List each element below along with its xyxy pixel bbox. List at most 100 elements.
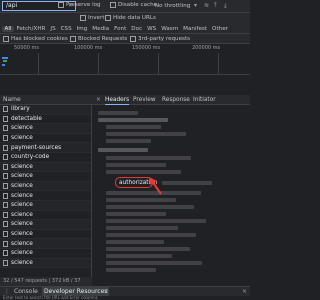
list-item[interactable]: science	[0, 172, 91, 182]
resources-filter-input[interactable]: Enter text to search the URL and Error c…	[3, 295, 98, 300]
list-item[interactable]: science	[0, 230, 91, 240]
details-tabbar: × Headers Preview Response Initiator	[92, 95, 250, 105]
network-toolbar: /api ✕ Preserve log Disable cache No thr…	[0, 0, 250, 13]
type-other[interactable]: Other	[210, 26, 231, 32]
timeline-tick: 50000 ms	[14, 45, 39, 51]
redacted-header	[106, 254, 172, 258]
redacted-header	[106, 125, 161, 129]
filter-row: Invert Hide data URLs	[0, 13, 250, 24]
type-all[interactable]: All	[2, 25, 14, 32]
blocked-cookies-checkbox[interactable]: Has blocked cookies	[3, 36, 68, 42]
grid-line	[218, 53, 219, 75]
spacer	[0, 76, 250, 95]
file-icon	[3, 183, 8, 190]
file-icon	[3, 135, 8, 142]
list-item[interactable]: science	[0, 220, 91, 230]
type-js[interactable]: JS	[48, 26, 58, 32]
redacted-header	[98, 118, 168, 122]
type-wasm[interactable]: Wasm	[159, 26, 181, 32]
type-fetch-xhr[interactable]: Fetch/XHR	[14, 26, 48, 32]
list-item[interactable]: detectable	[0, 115, 91, 125]
file-icon	[3, 154, 8, 161]
close-icon[interactable]: ×	[96, 95, 101, 105]
file-icon	[3, 250, 8, 257]
chevron-down-icon: ▾	[194, 2, 198, 9]
blocked-requests-checkbox[interactable]: Blocked Requests	[70, 36, 127, 42]
type-img[interactable]: Img	[74, 26, 90, 32]
redacted-header	[106, 261, 202, 265]
timeline-tick: 100000 ms	[74, 45, 103, 51]
redacted-header	[106, 219, 206, 223]
file-icon	[3, 231, 8, 238]
redacted-value	[162, 181, 212, 185]
redacted-header	[106, 233, 196, 237]
type-doc[interactable]: Doc	[129, 26, 145, 32]
timeline-bar	[3, 60, 7, 62]
redacted-header	[106, 212, 166, 216]
invert-checkbox[interactable]: Invert	[80, 15, 104, 21]
wifi-icon[interactable]: ≋	[204, 2, 209, 9]
file-icon	[3, 211, 8, 218]
list-item[interactable]: science	[0, 239, 91, 249]
type-css[interactable]: CSS	[58, 26, 74, 32]
red-arrow-icon	[149, 177, 162, 195]
resource-type-filter: All Fetch/XHR JS CSS Img Media Font Doc …	[0, 24, 250, 34]
third-party-checkbox[interactable]: 3rd-party requests	[130, 36, 190, 42]
request-list: library detectable science science payme…	[0, 105, 92, 277]
list-item[interactable]: payment-sources	[0, 143, 91, 153]
file-icon	[3, 173, 8, 180]
file-icon	[3, 163, 8, 170]
upload-icon[interactable]: ⤒	[214, 2, 217, 10]
download-icon[interactable]: ⤓	[224, 2, 227, 10]
timeline-tick: 200000 ms	[192, 45, 221, 51]
list-item[interactable]: science	[0, 181, 91, 192]
type-manifest[interactable]: Manifest	[181, 26, 210, 32]
tab-initiator[interactable]: Initiator	[193, 95, 216, 105]
throttling-select[interactable]: No throttling	[155, 3, 190, 9]
redacted-header	[106, 163, 166, 167]
tab-headers[interactable]: Headers	[105, 95, 130, 105]
file-icon	[3, 192, 8, 199]
file-icon	[3, 125, 8, 132]
file-icon	[3, 240, 8, 247]
timeline-bar	[2, 57, 8, 59]
list-item[interactable]: library	[0, 105, 91, 115]
type-media[interactable]: Media	[90, 26, 112, 32]
timeline-bar	[2, 64, 5, 66]
list-item[interactable]: science	[0, 134, 91, 144]
file-icon	[3, 106, 8, 113]
list-item[interactable]: science	[0, 162, 91, 173]
timeline-overview[interactable]: 50000 ms 100000 ms 150000 ms 200000 ms	[0, 45, 250, 75]
redacted-header	[106, 247, 190, 251]
preserve-log-checkbox[interactable]: Preserve log	[58, 2, 101, 8]
type-font[interactable]: Font	[112, 26, 129, 32]
timeline-tick: 150000 ms	[132, 45, 161, 51]
grid-line	[38, 53, 39, 75]
file-icon	[3, 259, 8, 266]
redacted-header	[106, 240, 164, 244]
redacted-header	[106, 132, 186, 136]
file-icon	[3, 144, 8, 151]
hide-data-urls-checkbox[interactable]: Hide data URLs	[105, 15, 156, 21]
redacted-header	[98, 111, 138, 115]
disable-cache-checkbox[interactable]: Disable cache	[110, 2, 157, 8]
list-item[interactable]: science	[0, 200, 91, 211]
file-icon	[3, 221, 8, 228]
list-item[interactable]: science	[0, 124, 91, 134]
list-item[interactable]: science	[0, 258, 91, 269]
redacted-header	[106, 198, 176, 202]
file-icon	[3, 202, 8, 209]
tab-response[interactable]: Response	[162, 95, 190, 105]
grid-line	[98, 53, 99, 75]
redacted-header	[106, 170, 181, 174]
name-column-header[interactable]: Name	[0, 95, 92, 105]
type-ws[interactable]: WS	[145, 26, 159, 32]
list-item[interactable]: science	[0, 211, 91, 221]
headers-panel: authorization	[92, 105, 250, 277]
redacted-header	[106, 205, 194, 209]
list-item[interactable]: science	[0, 249, 91, 259]
list-item[interactable]: science	[0, 191, 91, 201]
request-filters: Has blocked cookies Blocked Requests 3rd…	[0, 34, 250, 44]
list-item[interactable]: country-code	[0, 153, 91, 163]
tab-preview[interactable]: Preview	[133, 95, 156, 105]
